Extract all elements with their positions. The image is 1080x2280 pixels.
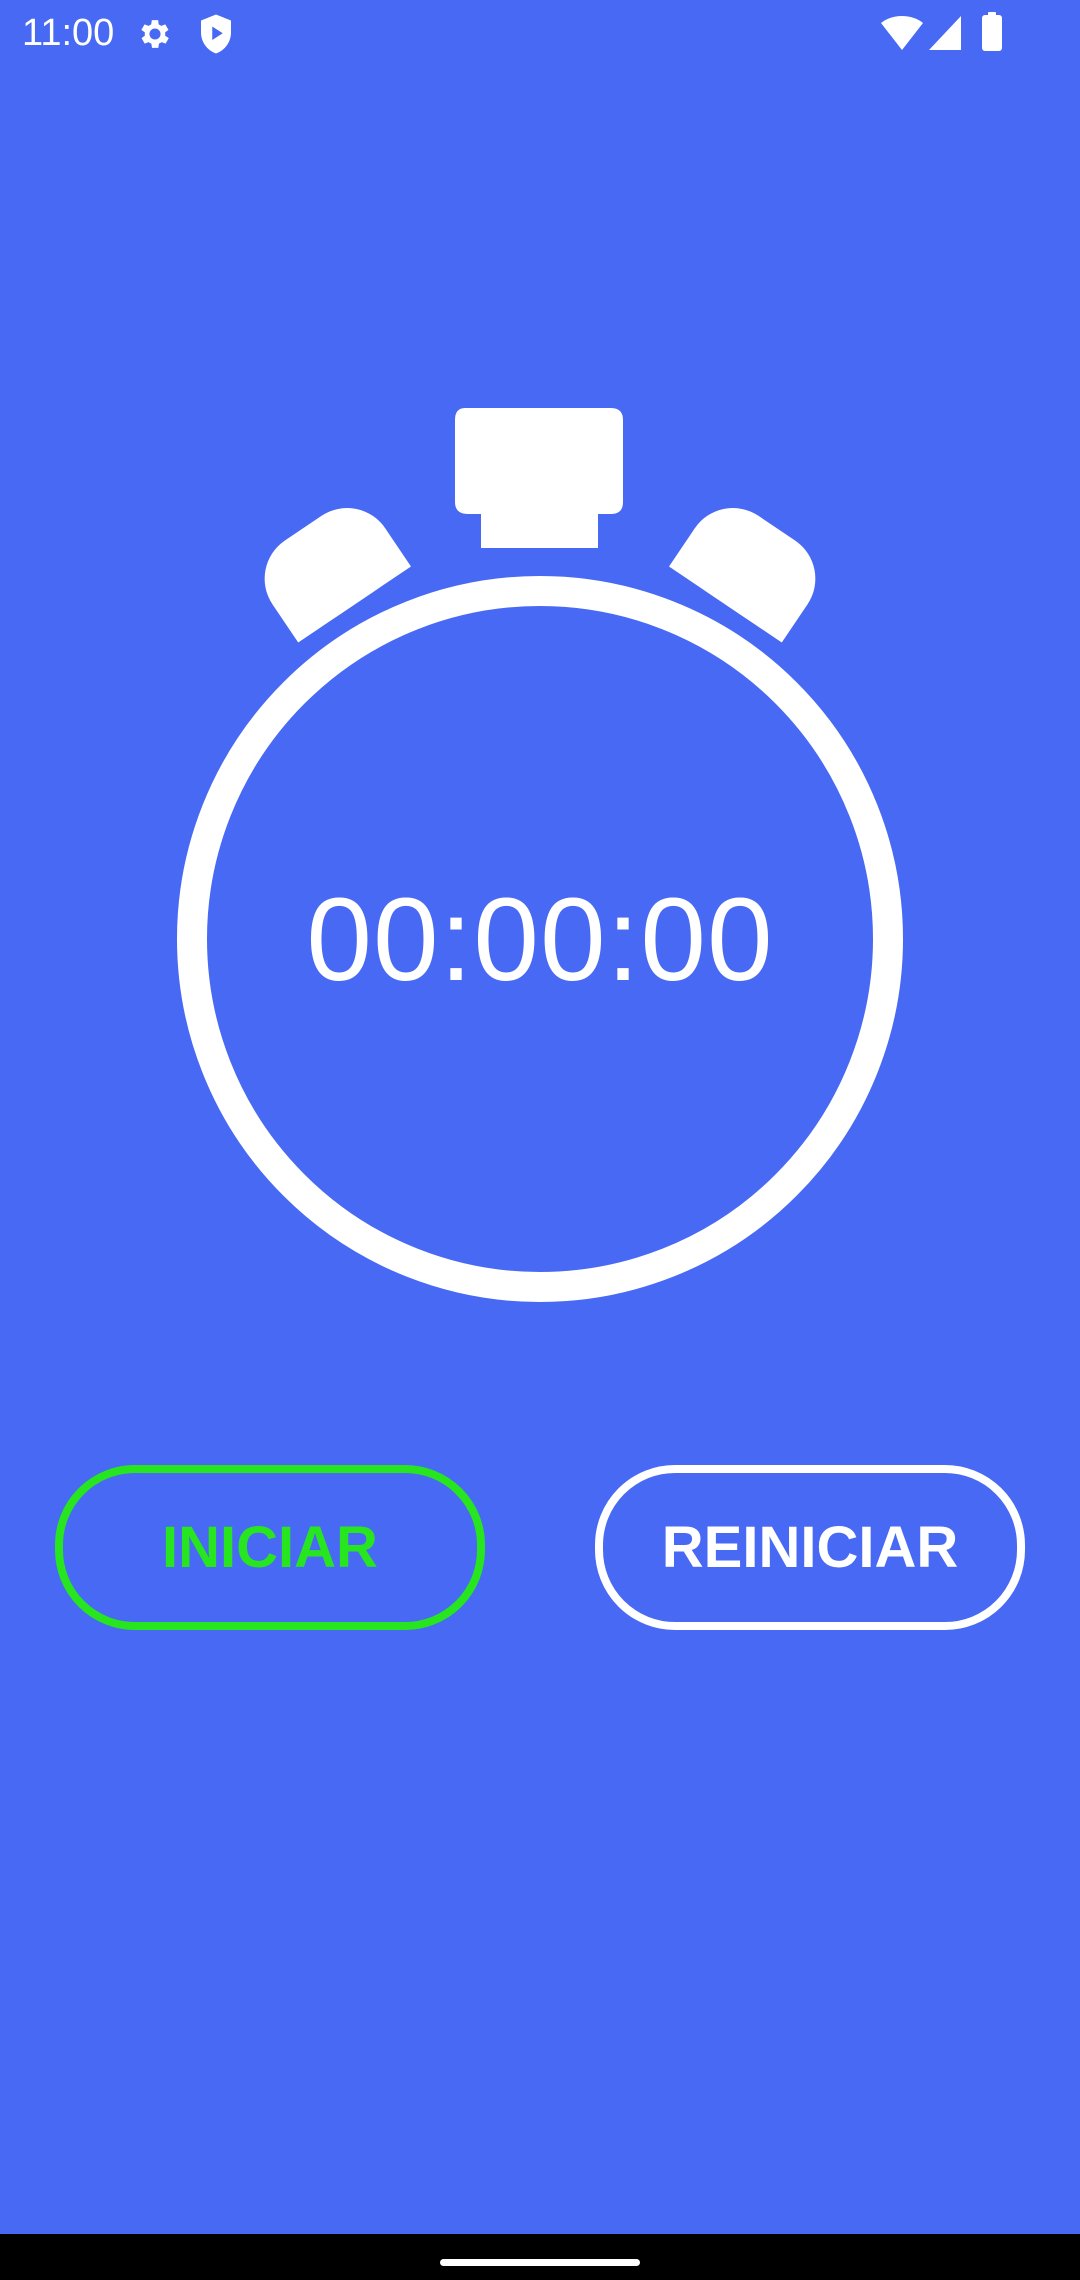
stopwatch-icon	[177, 408, 903, 1302]
stopwatch-screen: 11:00 00:00:00 INICIAR REINICIAR	[0, 0, 1080, 2280]
elapsed-time: 00:00:00	[306, 874, 774, 1006]
navigation-bar	[0, 2234, 1080, 2280]
start-button[interactable]: INICIAR	[55, 1465, 485, 1630]
reset-button[interactable]: REINICIAR	[595, 1465, 1025, 1630]
stopwatch-display: 00:00:00	[0, 0, 1080, 1320]
home-gesture-handle[interactable]	[440, 2259, 640, 2266]
reset-button-label: REINICIAR	[661, 1515, 959, 1580]
start-button-label: INICIAR	[162, 1515, 378, 1580]
